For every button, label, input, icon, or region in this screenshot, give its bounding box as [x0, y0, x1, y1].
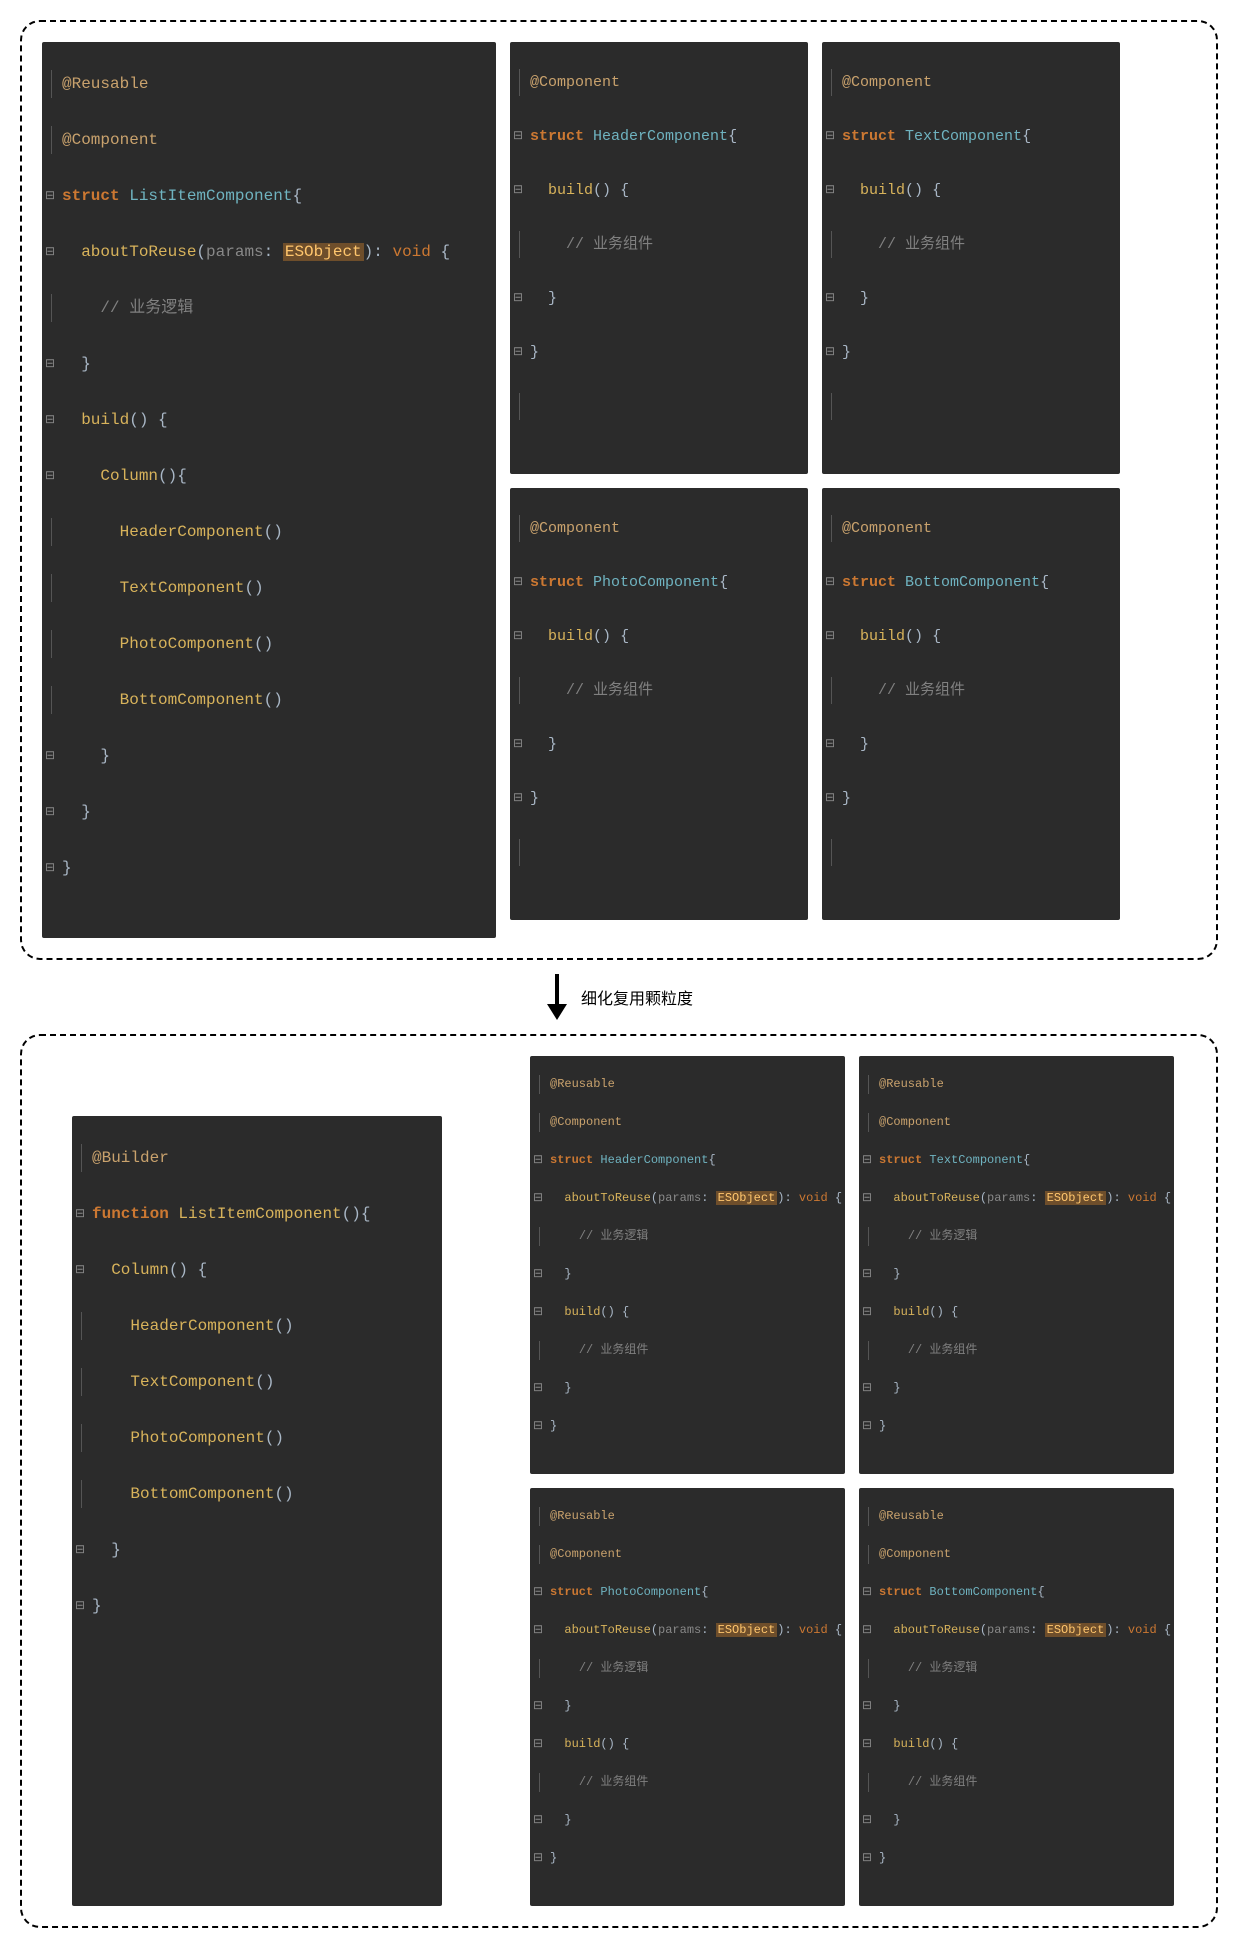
code-panel-header-reusable: @Reusable @Component struct HeaderCompon…	[530, 1056, 845, 1474]
decorator-builder: @Builder	[92, 1149, 169, 1167]
decorator-component: @Component	[62, 131, 158, 149]
code-panel-bottom-simple: @Component struct BottomComponent{ build…	[822, 488, 1120, 920]
code-panel-bottom-reusable: @Reusable @Component struct BottomCompon…	[859, 1488, 1174, 1906]
code-panel-text-reusable: @Reusable @Component struct TextComponen…	[859, 1056, 1174, 1474]
code-panel-photo-simple: @Component struct PhotoComponent{ build(…	[510, 488, 808, 920]
simple-components-group-top: @Component struct HeaderComponent{ build…	[510, 42, 1120, 938]
after-refactor-group: @Builder function ListItemComponent(){ C…	[20, 1034, 1218, 1928]
transition-arrow: 细化复用颗粒度	[20, 974, 1218, 1020]
reusable-components-group-bottom: @Reusable @Component struct HeaderCompon…	[530, 1056, 1174, 1906]
code-panel-listitem-builder: @Builder function ListItemComponent(){ C…	[72, 1116, 442, 1906]
code-panel-text-simple: @Component struct TextComponent{ build()…	[822, 42, 1120, 474]
code-panel-listitem-struct: @Reusable @Component struct ListItemComp…	[42, 42, 496, 938]
arrow-down-icon	[545, 974, 569, 1020]
before-refactor-group: @Reusable @Component struct ListItemComp…	[20, 20, 1218, 960]
decorator-reusable: @Reusable	[62, 75, 148, 93]
code-panel-photo-reusable: @Reusable @Component struct PhotoCompone…	[530, 1488, 845, 1906]
arrow-label: 细化复用颗粒度	[581, 985, 693, 1009]
code-panel-header-simple: @Component struct HeaderComponent{ build…	[510, 42, 808, 474]
